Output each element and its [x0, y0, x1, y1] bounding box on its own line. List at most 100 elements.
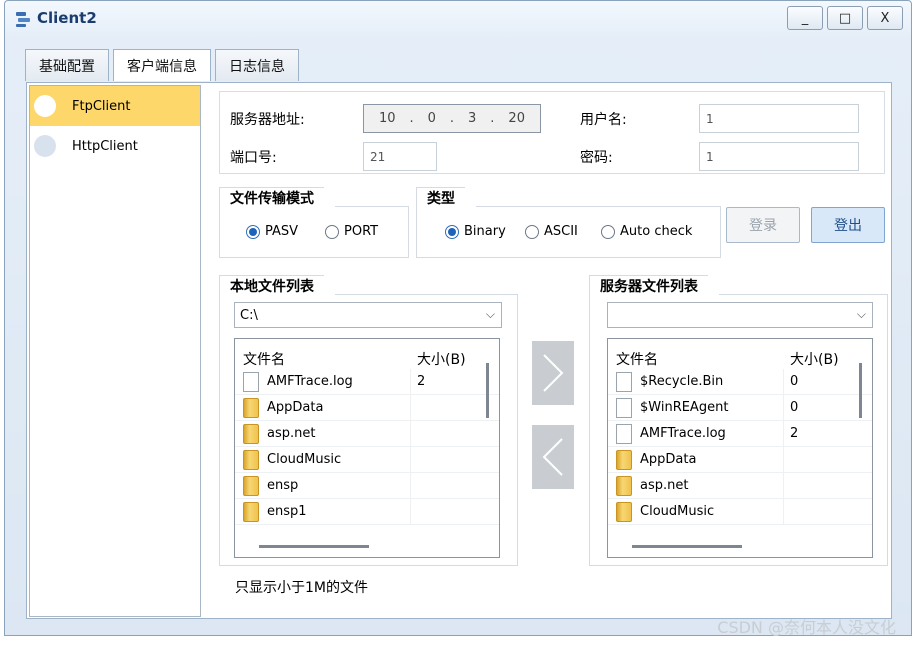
chevron-right-icon	[543, 354, 564, 392]
file-size: 2	[790, 426, 799, 441]
minimize-button[interactable]: _	[787, 6, 823, 30]
watermark: CSDN @奈何本人没文化	[717, 618, 896, 637]
app-icon	[16, 12, 30, 27]
file-name-cell: ensp	[235, 472, 411, 499]
radio-ascii[interactable]: ASCII	[525, 224, 578, 239]
file-name: AppData	[267, 400, 324, 415]
vertical-scrollbar[interactable]	[859, 363, 862, 418]
server-file-list[interactable]: 文件名 大小(B) $Recycle.Bin 0 $WinREAgent 0 AMFTr…	[607, 338, 873, 558]
username-label: 用户名:	[580, 112, 627, 128]
column-filename[interactable]: 文件名	[608, 349, 784, 369]
horizontal-scrollbar[interactable]	[632, 545, 742, 548]
title-bar[interactable]: Client2 _ □ X	[5, 1, 911, 37]
file-size: 2	[417, 374, 426, 389]
file-name: $Recycle.Bin	[640, 374, 724, 389]
file-name-cell: ensp1	[235, 498, 411, 525]
file-name-cell: $WinREAgent	[608, 394, 784, 421]
file-name: ensp1	[267, 504, 307, 519]
file-name: ensp	[267, 478, 299, 493]
file-name-cell: CloudMusic	[608, 498, 784, 525]
file-name-cell: AppData	[608, 446, 784, 473]
ip-octet: 20	[508, 111, 525, 126]
radio-label: Binary	[464, 224, 506, 239]
radio-binary[interactable]: Binary	[445, 224, 506, 239]
type-title: 类型	[416, 187, 476, 208]
file-row[interactable]: asp.net	[235, 420, 499, 447]
file-name: AppData	[640, 452, 697, 467]
file-name: AMFTrace.log	[267, 374, 353, 389]
maximize-button[interactable]: □	[827, 6, 863, 30]
radio-port[interactable]: PORT	[325, 224, 378, 239]
file-row[interactable]: AppData	[608, 446, 872, 473]
column-size[interactable]: 大小(B)	[784, 349, 839, 369]
local-path-value: C:\	[240, 307, 258, 323]
sidebar-item-httpclient[interactable]: HttpClient	[30, 126, 200, 166]
transfer-mode-title: 文件传输模式	[219, 187, 335, 208]
server-ip-input[interactable]: 10. 0. 3. 20	[363, 104, 541, 133]
password-field[interactable]: 1	[699, 142, 859, 171]
logout-button[interactable]: 登出	[811, 207, 885, 243]
tab-content: FtpClient HttpClient 服务器地址: 10. 0. 3. 20…	[26, 82, 892, 619]
folder-icon	[243, 423, 259, 444]
radio-empty-icon	[525, 224, 539, 239]
server-files-title: 服务器文件列表	[589, 275, 719, 296]
ip-octet: 3	[468, 111, 477, 126]
horizontal-scrollbar[interactable]	[259, 545, 369, 548]
vertical-scrollbar[interactable]	[486, 363, 489, 418]
file-name-cell: asp.net	[235, 420, 411, 447]
file-name-cell: AMFTrace.log	[235, 368, 411, 395]
file-name-cell: asp.net	[608, 472, 784, 499]
file-row[interactable]: $WinREAgent 0	[608, 394, 872, 421]
password-label: 密码:	[580, 150, 613, 166]
port-label: 端口号:	[230, 150, 277, 166]
local-file-list[interactable]: 文件名 大小(B) AMFTrace.log 2 AppData asp.net Clo…	[234, 338, 500, 558]
file-name-cell: AppData	[235, 394, 411, 421]
file-row[interactable]: ensp1	[235, 498, 499, 525]
file-name: asp.net	[640, 478, 689, 493]
upload-arrow-button[interactable]	[532, 341, 574, 405]
tab-client-info[interactable]: 客户端信息	[113, 49, 211, 81]
file-row[interactable]: asp.net	[608, 472, 872, 499]
radio-auto-check[interactable]: Auto check	[601, 224, 692, 239]
server-address-label: 服务器地址:	[230, 112, 305, 128]
close-button[interactable]: X	[867, 6, 903, 30]
type-group: 类型 Binary ASCII Auto check	[416, 187, 721, 258]
folder-icon	[616, 449, 632, 470]
folder-icon	[243, 449, 259, 470]
column-size[interactable]: 大小(B)	[411, 349, 466, 369]
folder-icon	[243, 501, 259, 522]
column-filename[interactable]: 文件名	[235, 349, 411, 369]
file-row[interactable]: $Recycle.Bin 0	[608, 368, 872, 395]
file-row[interactable]: ensp	[235, 472, 499, 499]
login-button[interactable]: 登录	[726, 207, 800, 243]
local-path-dropdown[interactable]: C:\ ⌵	[234, 302, 502, 328]
local-rows: AMFTrace.log 2 AppData asp.net CloudMusic ens…	[235, 368, 499, 525]
radio-label: PORT	[344, 224, 379, 239]
chevron-down-icon: ⌵	[485, 307, 495, 321]
radio-selected-icon	[246, 224, 260, 239]
circle-icon	[34, 95, 56, 117]
username-field[interactable]: 1	[699, 104, 859, 133]
tab-bar: 基础配置 客户端信息 日志信息	[25, 49, 303, 83]
file-row[interactable]: AMFTrace.log 2	[608, 420, 872, 447]
download-arrow-button[interactable]	[532, 425, 574, 489]
file-row[interactable]: CloudMusic	[235, 446, 499, 473]
file-name-cell: $Recycle.Bin	[608, 368, 784, 395]
server-rows: $Recycle.Bin 0 $WinREAgent 0 AMFTrace.log 2 Ap…	[608, 368, 872, 525]
transfer-mode-group: 文件传输模式 PASV PORT	[219, 187, 409, 258]
folder-icon	[243, 397, 259, 418]
radio-label: Auto check	[620, 224, 693, 239]
file-row[interactable]: AMFTrace.log 2	[235, 368, 499, 395]
file-row[interactable]: AppData	[235, 394, 499, 421]
folder-icon	[616, 475, 632, 496]
tab-log-info[interactable]: 日志信息	[215, 49, 299, 81]
client-sidebar: FtpClient HttpClient	[29, 85, 201, 617]
file-icon	[616, 397, 632, 418]
radio-pasv[interactable]: PASV	[246, 224, 298, 239]
server-path-dropdown[interactable]: ⌵	[607, 302, 873, 328]
port-field[interactable]: 21	[363, 142, 437, 171]
file-row[interactable]: CloudMusic	[608, 498, 872, 525]
sidebar-item-ftpclient[interactable]: FtpClient	[30, 86, 200, 126]
radio-label: PASV	[265, 224, 299, 239]
tab-basic-config[interactable]: 基础配置	[25, 49, 109, 81]
